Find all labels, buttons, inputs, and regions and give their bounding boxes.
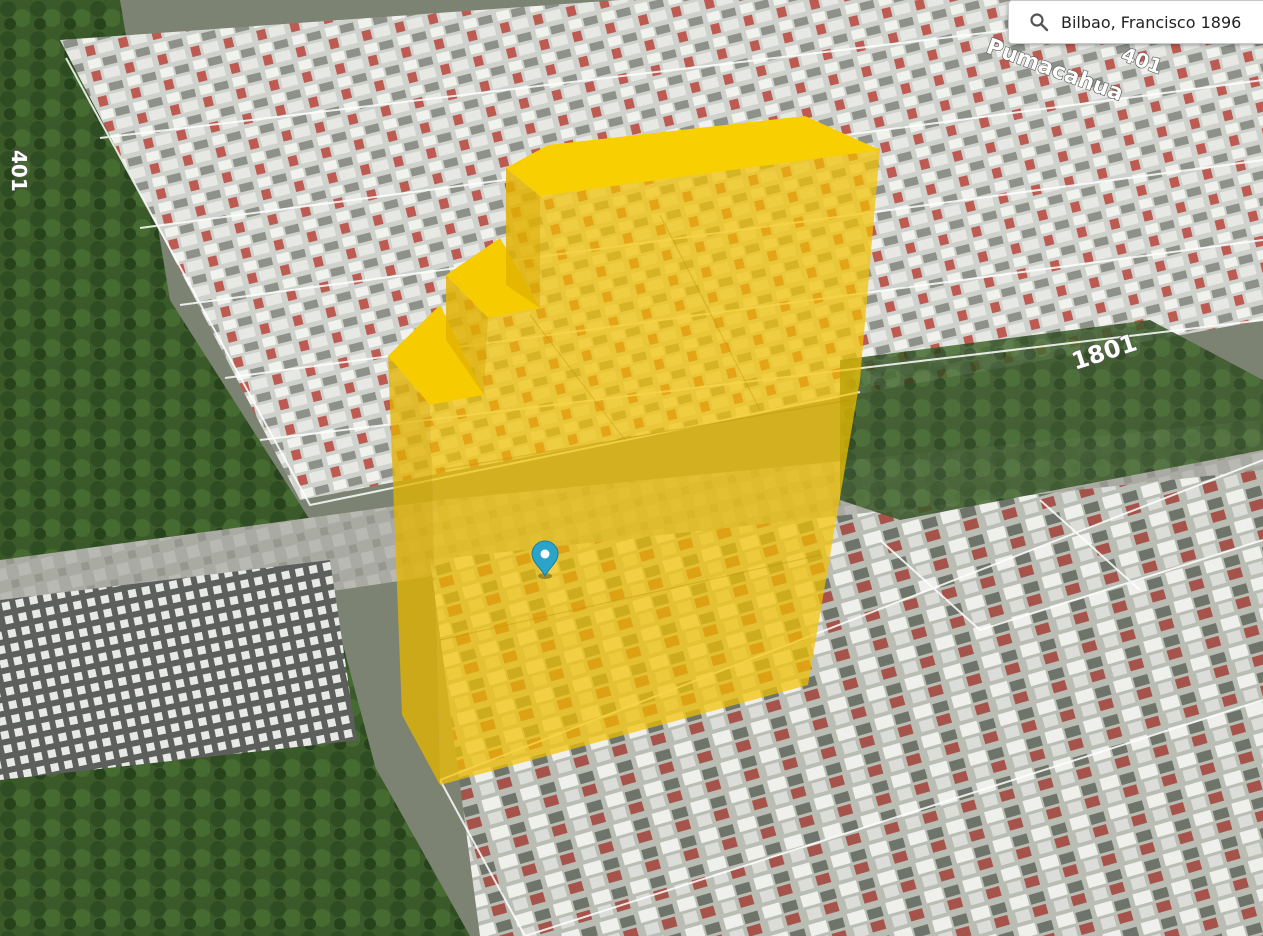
map-viewport[interactable]: Pumacahua 401 401 1801 bbox=[0, 0, 1263, 936]
satellite-map[interactable]: Pumacahua 401 401 1801 bbox=[0, 0, 1263, 936]
search-icon[interactable] bbox=[1029, 12, 1049, 32]
search-input[interactable] bbox=[1061, 12, 1261, 32]
street-label-401-left: 401 bbox=[7, 150, 31, 192]
search-box[interactable] bbox=[1008, 0, 1263, 44]
